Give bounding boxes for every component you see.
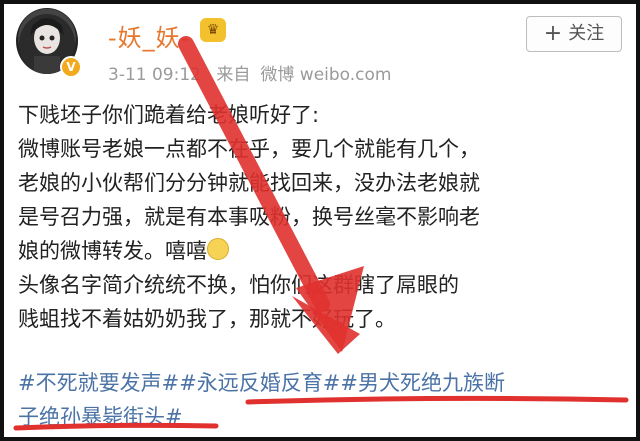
post-text: 下贱坯子你们跪着给老娘听好了: 微博账号老娘一点都不在乎，要几个就能有几个， 老… — [18, 98, 628, 336]
hashtag-line[interactable]: #不死就要发声##永远反婚反育##男犬死绝九族断 — [18, 366, 628, 400]
hashtag-line[interactable]: 子绝孙暴毙街头# — [18, 400, 628, 434]
hashtag-block: #不死就要发声##永远反婚反育##男犬死绝九族断 子绝孙暴毙街头# — [18, 366, 628, 434]
vip-crown-icon: ♛ — [200, 18, 226, 42]
weibo-post-card: V -妖_妖- ♛ 3-11 09:12 来自 微博 weibo.com + 关注 … — [0, 0, 640, 441]
post-line: 下贱坯子你们跪着给老娘听好了: — [18, 103, 320, 127]
post-timestamp[interactable]: 3-11 09:12 — [108, 65, 201, 85]
post-line-with-emoji: 娘的微博转发。嘻嘻 — [18, 234, 628, 268]
post-line: 微博账号老娘一点都不在乎，要几个就能有几个， — [18, 137, 480, 161]
post-line: 头像名字简介统统不换，怕你们这群瞎了屌眼的 — [18, 273, 459, 297]
post-line: 贱蛆找不着姑奶奶我了，那就不好玩了。 — [18, 307, 396, 331]
post-line: 老娘的小伙帮们分分钟就能找回来，没办法老娘就 — [18, 171, 480, 195]
post-line: 娘的微博转发。嘻嘻 — [18, 239, 207, 263]
follow-button[interactable]: + 关注 — [526, 16, 622, 52]
username[interactable]: -妖_妖- — [108, 18, 190, 53]
post-line: 是号召力强，就是有本事吸粉，换号丝毫不影响老 — [18, 205, 480, 229]
post-source[interactable]: 微博 weibo.com — [260, 65, 391, 85]
post-meta: 3-11 09:12 来自 微博 weibo.com — [108, 60, 402, 85]
smile-emoji-icon — [207, 238, 229, 260]
follow-label: 关注 — [568, 23, 605, 44]
source-prefix: 来自 — [216, 65, 251, 85]
plus-icon: + — [543, 21, 563, 46]
verified-v-icon: V — [60, 56, 82, 78]
